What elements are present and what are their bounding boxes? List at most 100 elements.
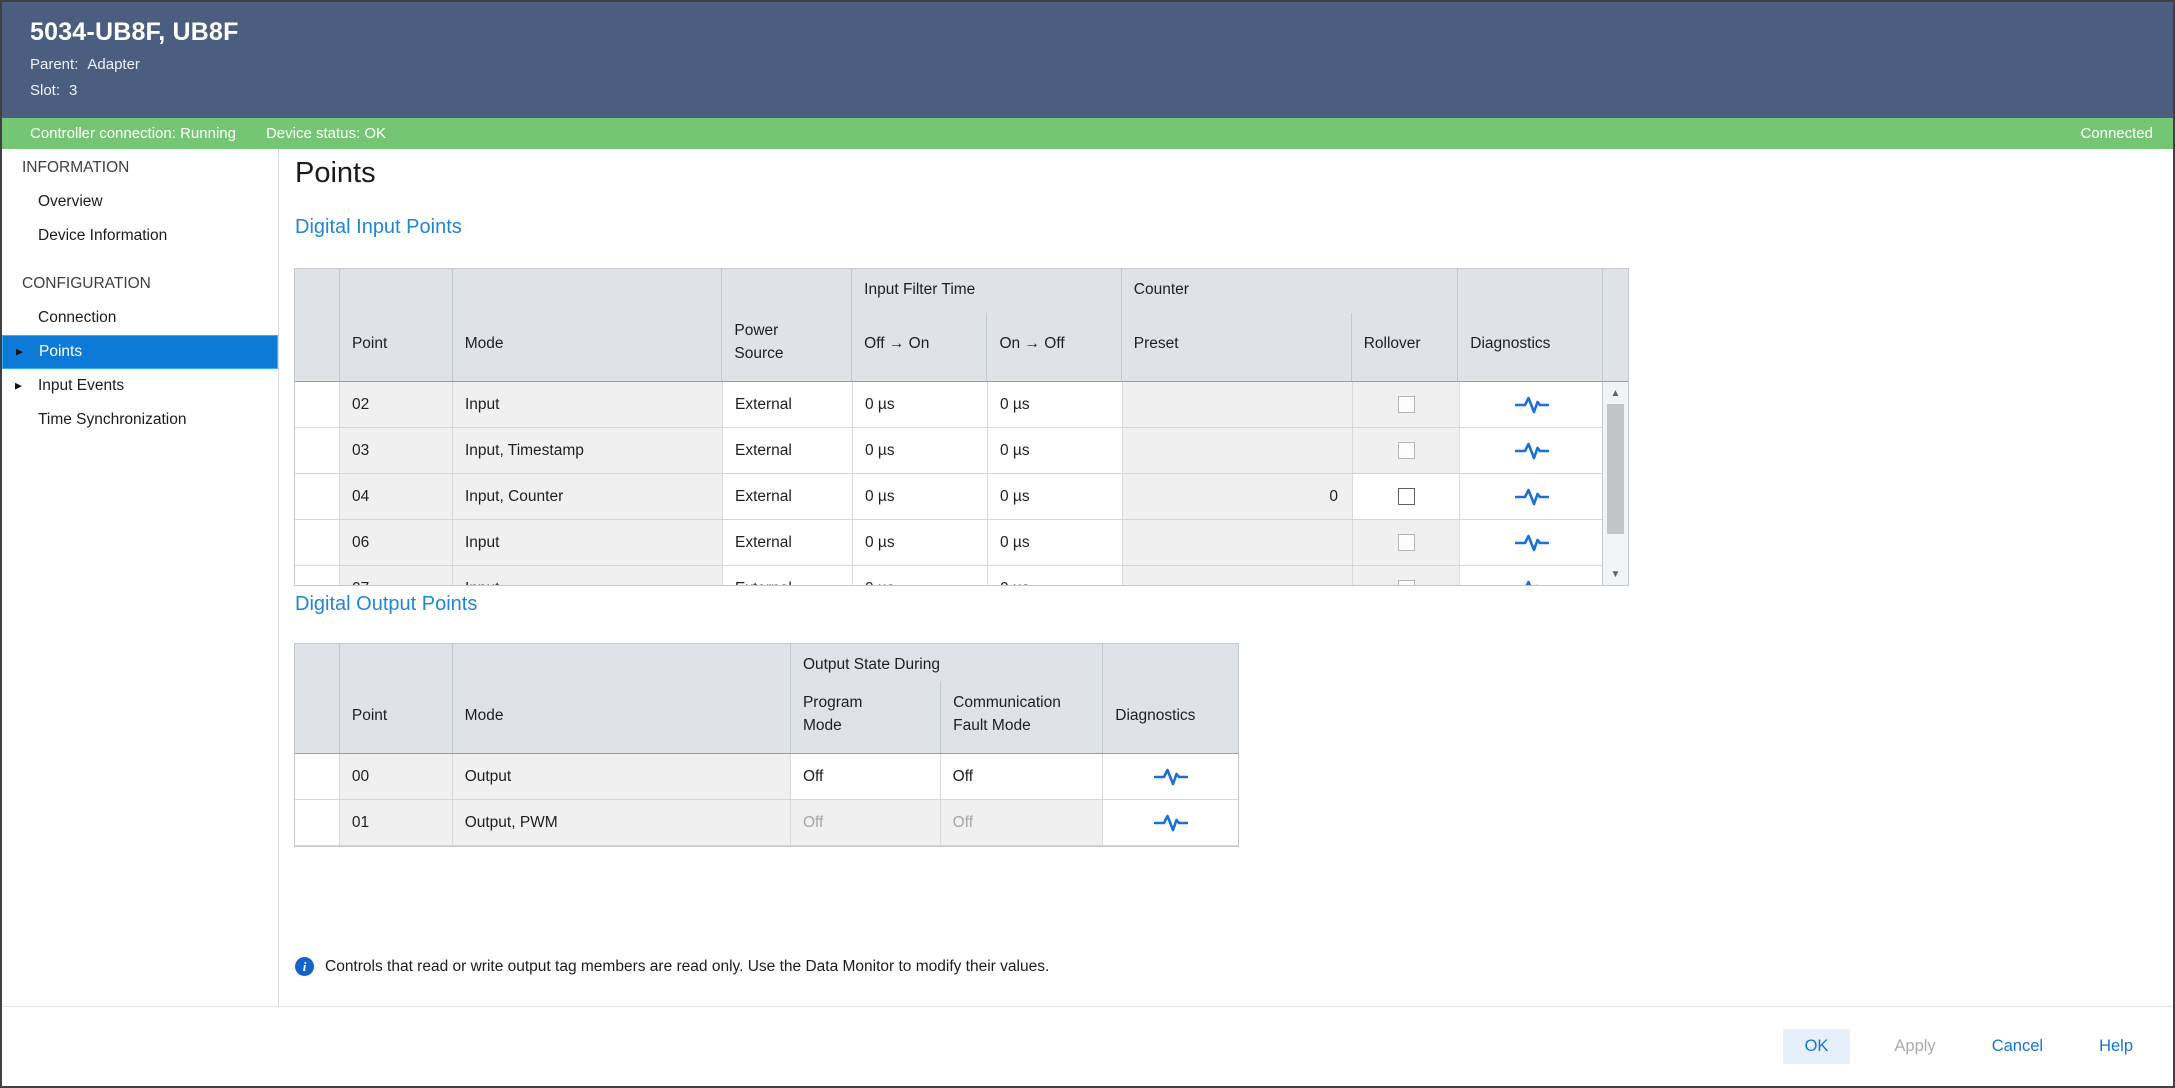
diagnostics-cell — [1102, 800, 1238, 845]
power-source-cell[interactable]: External — [722, 566, 852, 586]
mode-cell: Input, Timestamp — [452, 428, 722, 473]
row-selector-cell[interactable] — [295, 800, 339, 845]
comm-fault-mode-cell[interactable]: Off — [940, 754, 1103, 799]
row-selector-cell[interactable] — [295, 474, 339, 519]
row-selector-cell[interactable] — [295, 428, 339, 473]
counter-preset-cell[interactable]: 0 — [1122, 474, 1352, 519]
diagnostics-cell — [1459, 566, 1604, 586]
rollover-checkbox[interactable] — [1398, 488, 1415, 505]
mode-cell: Input — [452, 520, 722, 565]
info-note: i Controls that read or write output tag… — [295, 957, 1049, 976]
diagnostics-cell — [1102, 754, 1238, 799]
comm-fault-mode-cell: Off — [940, 800, 1103, 845]
output-point-row: 00OutputOffOff — [295, 754, 1238, 800]
connection-state: Connected — [2080, 125, 2153, 142]
scroll-down-icon[interactable]: ▼ — [1603, 565, 1628, 583]
point-column-header: Point — [339, 269, 452, 381]
mode-cell: Input — [452, 382, 722, 427]
filter-off-to-on-cell[interactable]: 0 µs — [852, 428, 987, 473]
help-button[interactable]: Help — [2093, 1029, 2139, 1064]
program-mode-cell[interactable]: Off — [790, 754, 940, 799]
counter-preset-cell — [1122, 566, 1352, 586]
filter-off-to-on-cell[interactable]: 0 µs — [852, 566, 987, 586]
power-source-cell[interactable]: External — [722, 382, 852, 427]
ok-button[interactable]: OK — [1783, 1029, 1851, 1064]
sidebar-item-label: Connection — [38, 309, 116, 327]
diagnostics-cell — [1459, 428, 1604, 473]
input-point-row: 07InputExternal0 µs0 µs — [295, 566, 1604, 586]
filter-off-to-on-cell[interactable]: 0 µs — [852, 474, 987, 519]
filter-off-to-on-cell[interactable]: 0 µs — [852, 520, 987, 565]
scroll-up-icon[interactable]: ▲ — [1603, 384, 1628, 402]
point-column-header: Point — [339, 644, 452, 753]
sidebar-item-label: Device Information — [38, 227, 167, 245]
apply-button[interactable]: Apply — [1888, 1029, 1941, 1064]
digital-input-points-table: Point Mode Power Source Input Filter Tim… — [294, 268, 1629, 586]
input-table-header: Point Mode Power Source Input Filter Tim… — [295, 269, 1628, 382]
diagnostics-icon[interactable] — [1515, 578, 1549, 587]
sidebar-item-time-synchronization[interactable]: Time Synchronization — [2, 403, 278, 437]
sidebar-item-connection[interactable]: Connection — [2, 301, 278, 335]
counter-preset-cell — [1122, 520, 1352, 565]
input-point-row: 06InputExternal0 µs0 µs — [295, 520, 1604, 566]
sidebar-section-configuration: CONFIGURATION — [2, 267, 278, 301]
slot-value: 3 — [69, 82, 77, 99]
diagnostics-icon[interactable] — [1515, 394, 1549, 416]
filter-on-to-off-cell[interactable]: 0 µs — [987, 566, 1122, 586]
filter-on-to-off-cell[interactable]: 0 µs — [987, 382, 1122, 427]
sidebar-item-input-events[interactable]: ▶Input Events — [2, 369, 278, 403]
point-cell: 07 — [339, 566, 452, 586]
filter-on-to-off-cell[interactable]: 0 µs — [987, 474, 1122, 519]
title-bar: 5034-UB8F, UB8F Parent:Adapter Slot:3 — [2, 2, 2173, 118]
row-selector-cell[interactable] — [295, 520, 339, 565]
sidebar-item-label: Points — [39, 343, 82, 361]
off-to-on-column-header: Off → On — [852, 313, 986, 381]
filter-on-to-off-cell[interactable]: 0 µs — [987, 520, 1122, 565]
diagnostics-icon[interactable] — [1515, 486, 1549, 508]
sidebar-item-label: Time Synchronization — [38, 411, 186, 429]
parent-label: Parent: — [30, 56, 78, 73]
input-table-scrollbar[interactable]: ▲ ▼ — [1602, 382, 1628, 585]
rollover-checkbox — [1398, 442, 1415, 459]
point-cell: 02 — [339, 382, 452, 427]
sidebar-item-label: Input Events — [38, 377, 124, 395]
rollover-checkbox — [1398, 580, 1415, 586]
comm-fault-mode-column-header: Communication Fault Mode — [940, 681, 1102, 753]
filter-off-to-on-cell[interactable]: 0 µs — [852, 382, 987, 427]
row-selector-header — [295, 644, 339, 753]
power-source-cell[interactable]: External — [722, 428, 852, 473]
main-content: Points Digital Input Points Point Mode P… — [280, 149, 2173, 1006]
mode-cell: Input — [452, 566, 722, 586]
counter-preset-cell — [1122, 382, 1352, 427]
counter-group-header: Counter Preset Rollover — [1121, 269, 1458, 381]
sidebar-item-points[interactable]: ▶Points — [2, 335, 278, 369]
sidebar-section-information: INFORMATION — [2, 151, 278, 185]
parent-line: Parent:Adapter — [30, 56, 2173, 73]
cancel-button[interactable]: Cancel — [1986, 1029, 2049, 1064]
power-source-cell[interactable]: External — [722, 520, 852, 565]
diagnostics-icon[interactable] — [1515, 532, 1549, 554]
device-status: Device status: OK — [266, 125, 386, 142]
sidebar-item-device-information[interactable]: Device Information — [2, 219, 278, 253]
diagnostics-icon[interactable] — [1154, 812, 1188, 834]
row-selector-cell[interactable] — [295, 382, 339, 427]
point-cell: 04 — [339, 474, 452, 519]
diagnostics-column-header: Diagnostics — [1457, 269, 1602, 381]
mode-column-header: Mode — [452, 269, 722, 381]
row-selector-cell[interactable] — [295, 566, 339, 586]
sidebar-item-overview[interactable]: Overview — [2, 185, 278, 219]
row-selector-header — [295, 269, 339, 381]
output-point-row: 01Output, PWMOffOff — [295, 800, 1238, 846]
rollover-cell — [1352, 428, 1459, 473]
row-selector-cell[interactable] — [295, 754, 339, 799]
output-state-group-header: Output State During Program Mode Communi… — [790, 644, 1102, 753]
filter-on-to-off-cell[interactable]: 0 µs — [987, 428, 1122, 473]
power-source-cell[interactable]: External — [722, 474, 852, 519]
scrollbar-thumb[interactable] — [1607, 404, 1624, 534]
diagnostics-icon[interactable] — [1154, 766, 1188, 788]
diagnostics-cell — [1459, 474, 1604, 519]
rollover-cell — [1352, 474, 1459, 519]
slot-label: Slot: — [30, 82, 60, 99]
digital-output-points-table: Point Mode Output State During Program M… — [294, 643, 1239, 847]
diagnostics-icon[interactable] — [1515, 440, 1549, 462]
